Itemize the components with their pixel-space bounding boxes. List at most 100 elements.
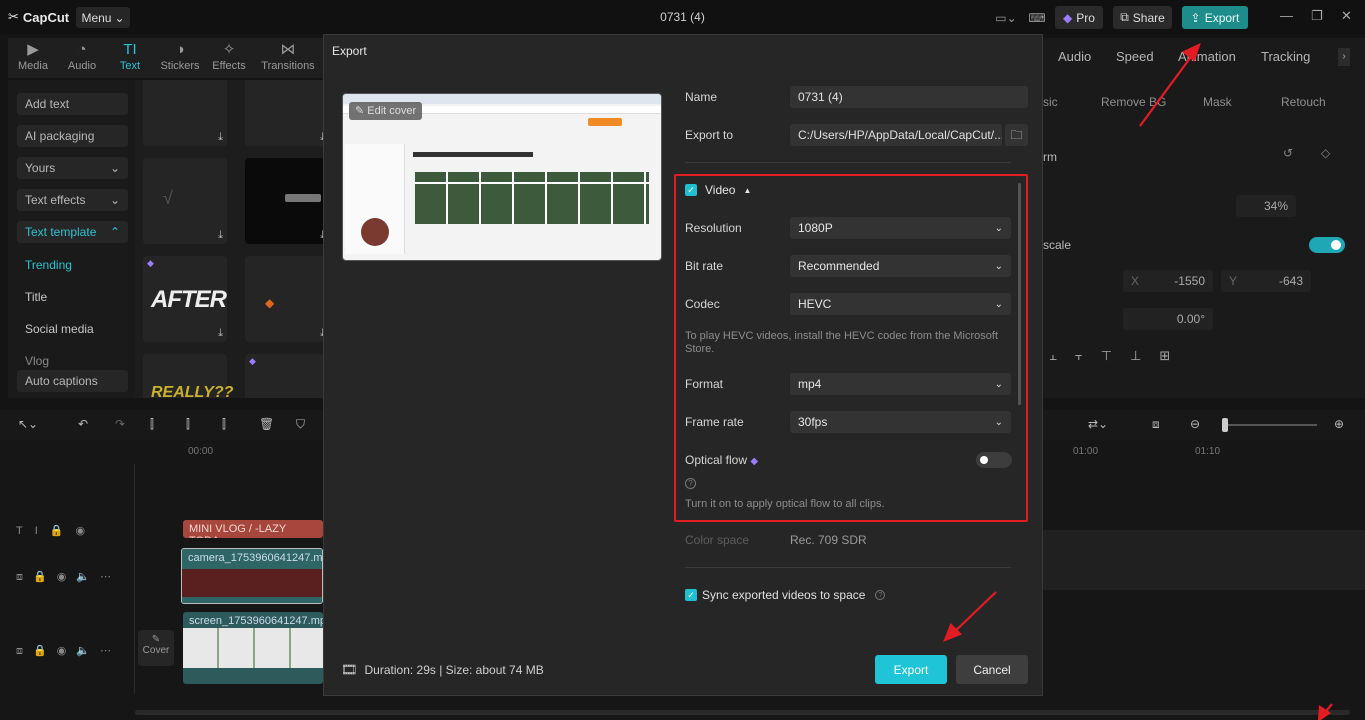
zoom-in-icon[interactable]: ⊕ [1334,417,1344,431]
nav-text-effects[interactable]: Text effects ⌄ [17,189,128,211]
keyframe-icon[interactable]: ◇ [1321,146,1330,160]
nav-vlog[interactable]: Vlog [25,354,49,368]
export-top-button[interactable]: ⇪ Export [1182,6,1248,29]
tab-tracking[interactable]: Tracking [1261,49,1310,64]
folder-icon[interactable]: 🗀 [1005,124,1028,146]
resolution-select[interactable]: 1080P ⌄ [790,217,1011,239]
tab-audio[interactable]: ◔ Audio [58,40,106,72]
delete-icon[interactable]: 🗑 [259,417,274,431]
split-icon[interactable]: ⫿ [150,417,154,432]
horizontal-scrollbar[interactable] [135,710,1350,715]
template-thumb[interactable]: ⤓ [245,80,323,146]
y-value: -643 [1278,274,1303,288]
share-button[interactable]: ⧉ Share [1113,6,1172,29]
cover-preview[interactable]: ✎ Edit cover [342,93,662,261]
menu-button[interactable]: Menu ⌄ [76,7,130,28]
position-x-field[interactable]: X -1550 [1123,270,1213,292]
optical-flow-toggle[interactable] [976,452,1012,468]
subtab-basic[interactable]: sic [1043,95,1058,109]
upload-icon: ⇪ [1190,10,1201,25]
subtab-retouch[interactable]: Retouch [1281,95,1326,109]
tab-stickers[interactable]: ◑ Stickers [156,40,204,72]
nav-yours[interactable]: Yours ⌄ [17,157,128,179]
tab-speed[interactable]: Speed [1116,49,1154,64]
maximize-icon[interactable]: ❐ [1311,8,1323,24]
tab-media[interactable]: ▶ Media [9,40,57,72]
edit-cover-button[interactable]: ✎ Edit cover [349,102,423,120]
nav-yours-label: Yours [25,161,56,175]
tab-text[interactable]: TI Text [106,40,154,72]
template-thumb[interactable]: ◆ AFTER ⤓ [143,256,227,342]
zoom-slider-handle[interactable] [1222,418,1228,432]
zoom-out-icon[interactable]: ⊖ [1190,417,1200,431]
scale-field[interactable]: 34% [1236,195,1296,217]
nav-trending[interactable]: Trending [25,258,72,272]
template-thumb[interactable]: ◆ ⤓ [245,256,323,342]
position-y-field[interactable]: Y -643 [1221,270,1311,292]
close-icon[interactable]: ✕ [1341,8,1352,24]
settings-scrollbar[interactable] [1018,183,1021,405]
tab-audio-right[interactable]: Audio [1058,49,1091,64]
sync-checkbox[interactable]: ✓ [685,589,697,601]
video-section-header[interactable]: ✓ Video ▲ [685,183,751,197]
preview-icon[interactable]: ⧈ [1152,417,1160,432]
subtab-mask[interactable]: Mask [1203,95,1232,109]
screen-clip[interactable]: screen_1753960641247.mp4 [183,612,323,684]
minimize-icon[interactable]: — [1280,8,1293,23]
pro-button[interactable]: ◆ Pro [1055,6,1103,29]
marker-icon[interactable]: ⛉ [296,417,305,432]
template-thumb[interactable]: REALLY?? [143,354,233,398]
framerate-select[interactable]: 30fps ⌄ [790,411,1011,433]
split-right-icon[interactable]: ⫿ [222,417,226,432]
nav-add-text[interactable]: Add text [17,93,128,115]
text-clip[interactable]: MINI VLOG / -LAZY TODA [183,520,323,538]
rotate-field[interactable]: 0.00° [1123,308,1213,330]
tab-animation[interactable]: Animation [1178,49,1236,64]
nav-auto-captions[interactable]: Auto captions [17,370,128,392]
select-icon[interactable]: ↖⌄ [18,417,38,431]
link-icon[interactable]: ⇄⌄ [1088,417,1108,431]
video-checkbox[interactable]: ✓ [685,184,697,196]
nav-title[interactable]: Title [25,290,47,304]
template-thumb[interactable]: ◆ [245,354,323,398]
export-button[interactable]: Export [875,655,947,684]
align-icons[interactable]: ⫠⫟⊤⊥⊞ [1049,348,1188,364]
cover-button[interactable]: ✎ Cover [138,630,174,666]
nav-ai-packaging[interactable]: AI packaging [17,125,128,147]
keyboard-icon[interactable]: ⌨ [1026,6,1048,29]
nav-social-media[interactable]: Social media [25,322,94,336]
video-track-controls[interactable]: ⧈🔒◉🔈⋯ [16,570,121,584]
reset-icon[interactable]: ↺ [1283,146,1293,160]
format-select[interactable]: mp4 ⌄ [790,373,1011,395]
zoom-slider[interactable] [1222,418,1317,432]
help-icon[interactable]: ? [875,590,886,600]
text-track-controls[interactable]: TI🔒◉ [16,524,97,537]
screen-track-controls[interactable]: ⧈🔒◉🔈⋯ [16,644,121,658]
template-thumb[interactable]: ⤓ [245,158,323,244]
camera-clip-label: camera_1753960641247.mp4 [188,552,323,564]
undo-icon[interactable]: ↶ [78,417,88,431]
nav-text-template[interactable]: Text template ⌃ [17,221,128,243]
export-path-input[interactable]: C:/Users/HP/AppData/Local/CapCut/... [790,124,1002,146]
codec-select[interactable]: HEVC ⌄ [790,293,1011,315]
split-left-icon[interactable]: ⫿ [186,417,190,432]
help-icon[interactable]: ? [685,478,696,489]
summary-text: Duration: 29s | Size: about 74 MB [364,663,544,677]
layout-icon[interactable]: ▭⌄ [986,6,1026,29]
uniform-scale-toggle[interactable] [1309,237,1345,253]
sync-row[interactable]: ✓ Sync exported videos to space? [685,588,886,602]
subtab-remove-bg[interactable]: Remove BG [1101,95,1166,109]
template-thumb[interactable]: √ ⤓ [143,158,227,244]
diamond-icon: ◆ [750,456,759,467]
template-really-text: REALLY?? [151,384,234,398]
bitrate-select[interactable]: Recommended ⌄ [790,255,1011,277]
tab-effects[interactable]: ✧ Effects [205,40,253,72]
share-label: Share [1132,10,1165,25]
name-input[interactable]: 0731 (4) [790,86,1028,108]
template-thumb[interactable]: ⤓ [143,80,227,146]
cancel-button[interactable]: Cancel [956,655,1028,684]
chevron-right-icon[interactable]: › [1338,48,1350,66]
camera-clip[interactable]: camera_1753960641247.mp4 [181,548,323,604]
tab-transitions[interactable]: ⋈ Transitions [260,40,316,72]
redo-icon[interactable]: ↷ [115,417,125,431]
